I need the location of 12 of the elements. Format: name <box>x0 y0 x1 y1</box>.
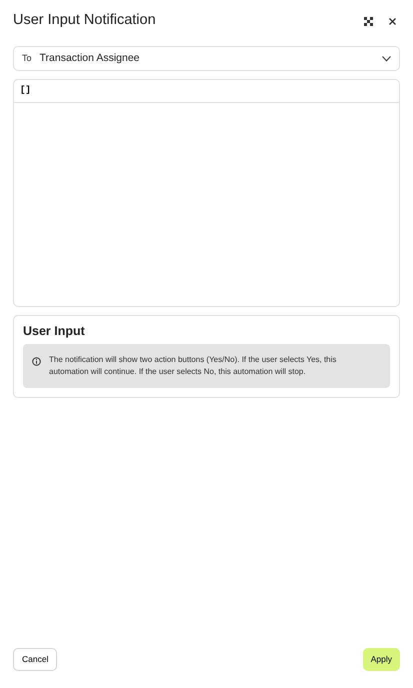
apply-button[interactable]: Apply <box>362 648 400 671</box>
info-icon <box>32 357 41 366</box>
cancel-button[interactable]: Cancel <box>13 648 58 671</box>
chevron-down-icon <box>382 56 391 62</box>
dialog-title: User Input Notification <box>13 12 156 30</box>
message-editor[interactable]: [] <box>13 79 400 307</box>
card-title: User Input <box>23 324 86 339</box>
brackets-button[interactable]: [] <box>18 84 33 98</box>
recipient-select[interactable]: To Transaction Assignee <box>13 46 400 71</box>
info-text: The notification will show two action buttons (Yes/No). If the user selects Yes, this automation will continue. If the user selects No, this automation will stop. <box>49 354 338 378</box>
expand-icon[interactable] <box>364 16 373 26</box>
close-icon[interactable] <box>389 18 396 24</box>
